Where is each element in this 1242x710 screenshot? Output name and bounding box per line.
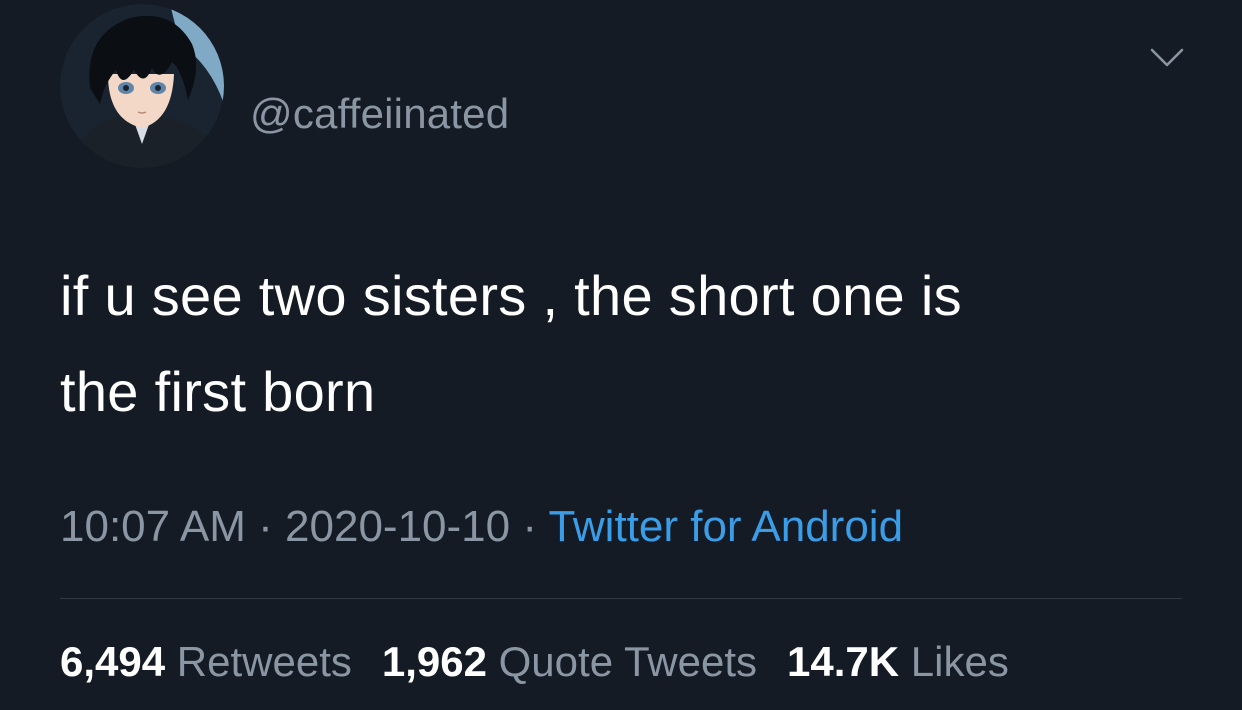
avatar[interactable] bbox=[60, 4, 224, 168]
likes-label: Likes bbox=[910, 638, 1009, 685]
tweet-text: if u see two sisters , the short one is … bbox=[60, 248, 1180, 440]
likes-count: 14.7K bbox=[787, 638, 900, 685]
chevron-down-icon[interactable] bbox=[1148, 44, 1186, 72]
quote-tweets-label: Quote Tweets bbox=[498, 638, 758, 685]
tweet-source-link[interactable]: Twitter for Android bbox=[548, 502, 903, 551]
tweet-date[interactable]: 2020-10-10 bbox=[285, 502, 510, 551]
likes-stat[interactable]: 14.7K Likes bbox=[787, 638, 1009, 685]
tweet-text-line-2: the first born bbox=[60, 360, 376, 423]
tweet-card: @caffeiinated if u see two sisters , the… bbox=[0, 0, 1242, 710]
quote-tweets-count: 1,962 bbox=[381, 638, 487, 685]
tweet-text-line-1: if u see two sisters , the short one is bbox=[60, 264, 962, 327]
retweets-count: 6,494 bbox=[60, 638, 166, 685]
tweet-meta: 10:07 AM · 2020-10-10 · Twitter for Andr… bbox=[60, 502, 903, 552]
tweet-time[interactable]: 10:07 AM bbox=[60, 502, 246, 551]
retweets-label: Retweets bbox=[176, 638, 352, 685]
tweet-stats: 6,494 Retweets 1,962 Quote Tweets 14.7K Li… bbox=[60, 638, 1009, 686]
retweets-stat[interactable]: 6,494 Retweets bbox=[60, 638, 352, 685]
divider bbox=[60, 598, 1182, 599]
meta-separator: · bbox=[522, 502, 537, 551]
user-handle[interactable]: @caffeiinated bbox=[250, 90, 509, 138]
quote-tweets-stat[interactable]: 1,962 Quote Tweets bbox=[382, 638, 757, 685]
avatar-image bbox=[60, 4, 224, 168]
meta-separator: · bbox=[258, 502, 273, 551]
